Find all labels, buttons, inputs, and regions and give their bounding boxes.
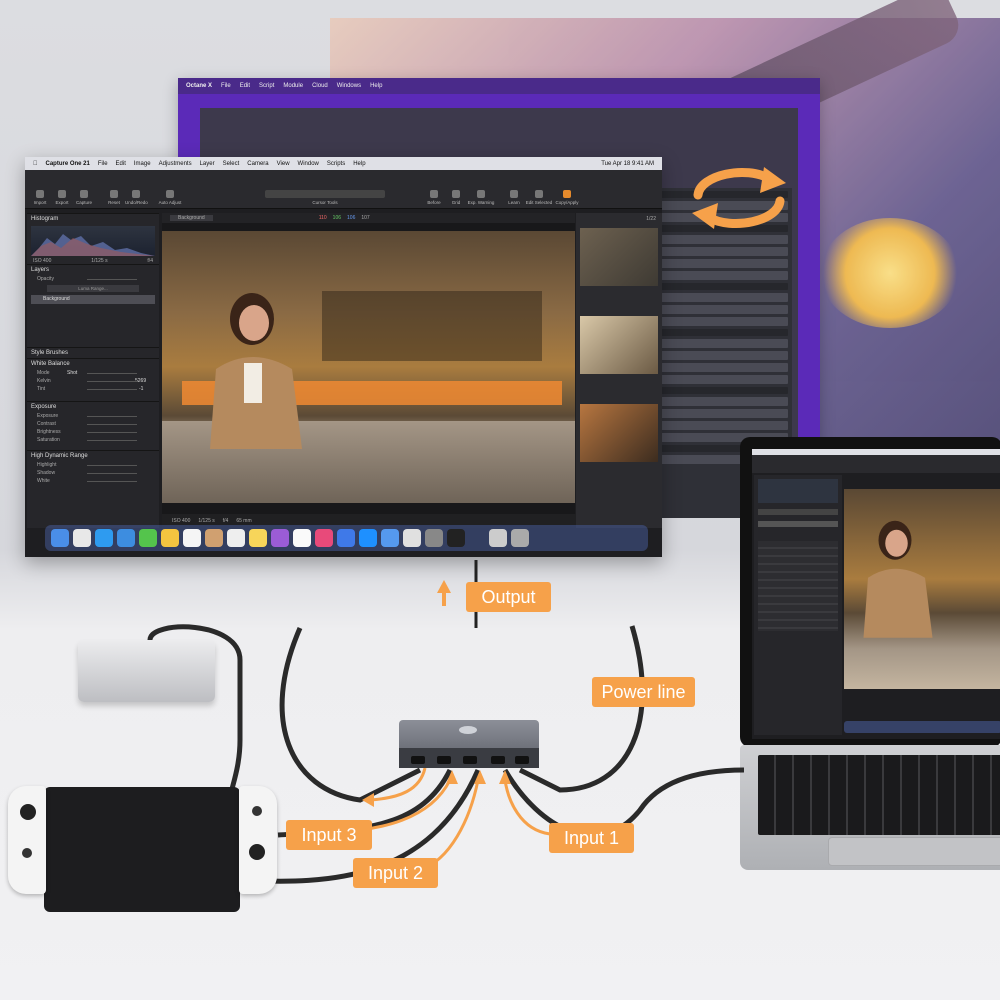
hub-port xyxy=(437,756,451,764)
input-2-label: Input 2 xyxy=(353,858,438,888)
hub-port xyxy=(515,756,529,764)
right-controller xyxy=(239,786,277,894)
game-console-dock xyxy=(44,787,240,912)
hub-button[interactable] xyxy=(459,726,477,734)
left-controller xyxy=(8,786,46,894)
power-line-label: Power line xyxy=(592,677,695,707)
hub-port xyxy=(491,756,505,764)
mac-mini xyxy=(78,640,215,702)
hub-port xyxy=(463,756,477,764)
kvm-switch-hub xyxy=(399,720,539,768)
hub-port xyxy=(411,756,425,764)
input-3-label: Input 3 xyxy=(286,820,372,850)
input-1-label: Input 1 xyxy=(549,823,634,853)
output-label: Output xyxy=(466,582,551,612)
